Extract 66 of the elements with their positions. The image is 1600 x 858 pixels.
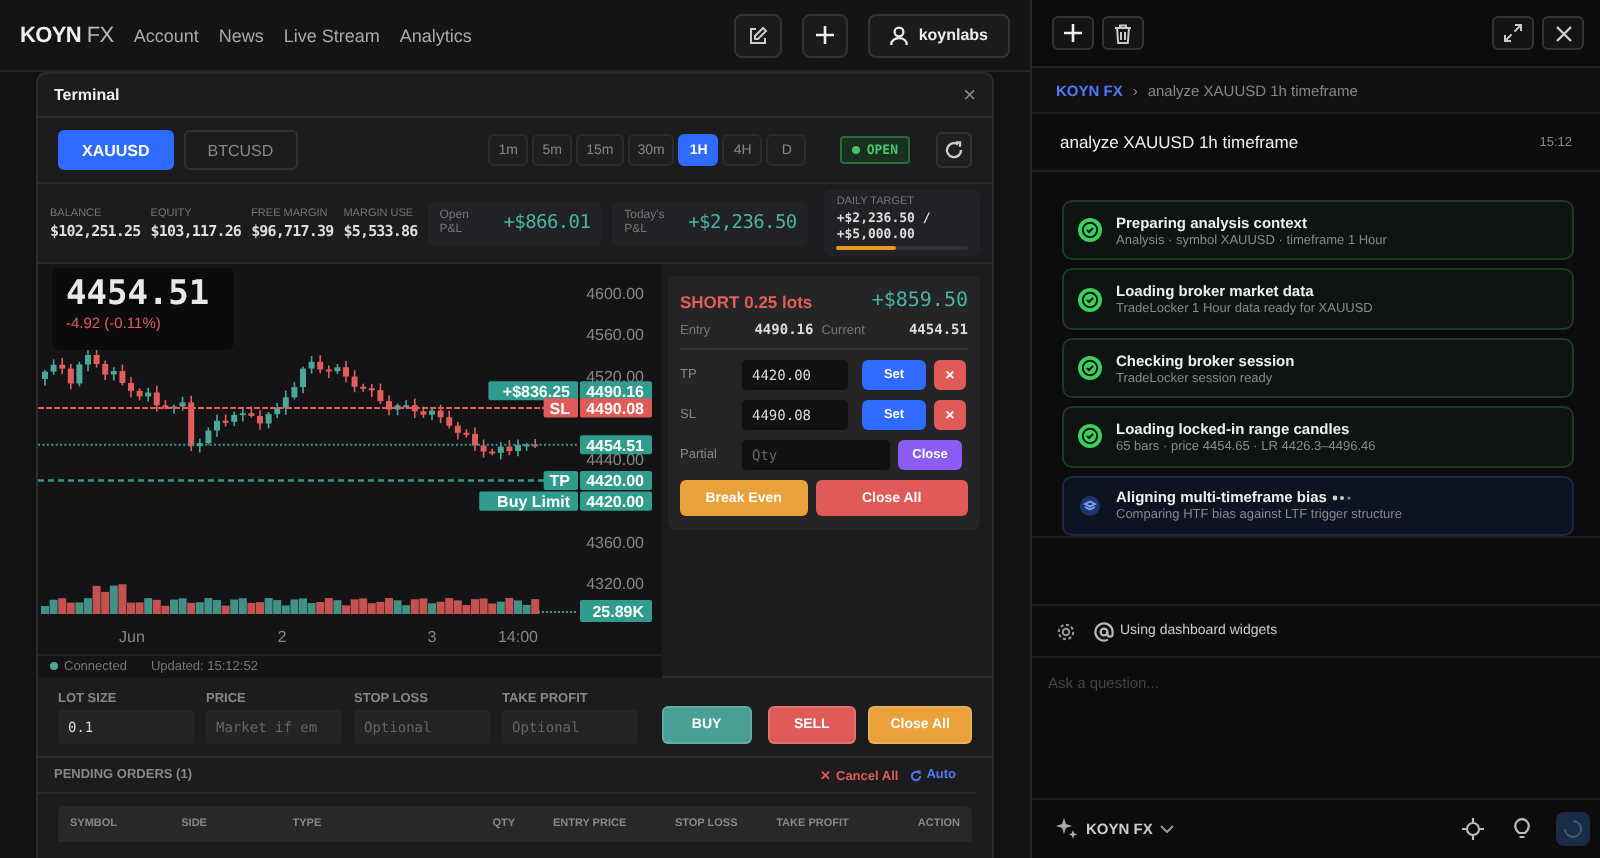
nav-link[interactable]: Analytics — [399, 25, 472, 45]
nav-link[interactable]: News — [218, 25, 264, 45]
price-tag-label: +$836.25 — [488, 381, 578, 401]
user-button[interactable]: koynlabs — [868, 13, 1010, 57]
close-button[interactable]: × — [963, 83, 976, 107]
axis-label: 4440.00 — [586, 450, 644, 469]
typing-dots-icon — [1332, 493, 1353, 502]
pnl-value: +$2,236.50 — [688, 212, 797, 234]
message-text: analyze XAUUSD 1h timeframe — [1060, 132, 1299, 152]
close-button[interactable] — [1542, 16, 1584, 50]
expand-icon — [1504, 24, 1522, 42]
lightbulb-icon — [1514, 818, 1530, 840]
check-circle-icon — [1078, 424, 1102, 449]
app-logo: KOYN FX — [20, 23, 114, 47]
nav-link[interactable]: Live Stream — [283, 25, 380, 45]
clear-button[interactable]: × — [934, 360, 966, 390]
settings-button[interactable] — [1056, 621, 1076, 641]
sparkle-icon — [1056, 818, 1078, 840]
symbol-tab[interactable]: XAUUSD — [58, 130, 174, 170]
clear-button[interactable]: × — [934, 400, 966, 430]
axis-label: 4560.00 — [586, 326, 644, 345]
chevron-down-icon — [1160, 824, 1175, 834]
nav-link[interactable]: Account — [133, 25, 199, 45]
price-tag: 4454.51 — [580, 435, 652, 455]
axis-label: 2 — [277, 628, 287, 646]
axis-label: 4320.00 — [586, 575, 644, 594]
axis-label: Jun — [119, 628, 145, 646]
price-tag: 4490.08 — [580, 398, 652, 418]
spinner-icon — [1564, 820, 1582, 838]
plus-icon — [1064, 24, 1082, 42]
window-title: Terminal — [54, 86, 120, 104]
pnl-value: +$866.01 — [503, 212, 591, 234]
close-icon — [1555, 25, 1571, 41]
settings-icon — [1056, 621, 1076, 641]
position-side: SHORT 0.25 lots — [680, 291, 813, 311]
expand-button[interactable] — [1492, 16, 1534, 50]
refresh-button[interactable] — [936, 132, 972, 168]
volume-tag: 25.89K — [580, 600, 652, 622]
axis-label: 3 — [427, 628, 437, 646]
trash-icon — [1114, 23, 1132, 43]
delete-button[interactable] — [1102, 16, 1144, 50]
crosshair-icon — [1462, 818, 1484, 840]
current-price: 4454.51 — [66, 274, 212, 314]
price-tag-label: SL — [543, 398, 578, 418]
axis-label: 4360.00 — [586, 533, 644, 552]
new-chat-button[interactable] — [1052, 16, 1094, 50]
position-pnl: +$859.50 — [871, 290, 968, 312]
user-icon — [890, 25, 909, 45]
axis-label: 14:00 — [497, 628, 539, 646]
add-button[interactable] — [802, 13, 849, 57]
check-circle-icon — [1078, 218, 1102, 243]
refresh-icon — [944, 140, 964, 160]
refresh-icon — [910, 769, 923, 781]
symbol-tab[interactable]: BTCUSD — [183, 130, 298, 170]
layers-icon — [1078, 493, 1102, 518]
axis-label: 4600.00 — [586, 285, 644, 303]
price-tag: 4420.00 — [580, 491, 652, 512]
check-circle-icon — [1078, 287, 1102, 312]
check-circle-icon — [1078, 356, 1102, 381]
edit-icon — [748, 25, 769, 45]
volume-line — [537, 611, 579, 613]
send-button[interactable] — [1556, 812, 1590, 846]
price-tag: 4420.00 — [580, 470, 652, 491]
plus-icon — [816, 26, 835, 44]
at-sign-icon — [1094, 621, 1114, 641]
edit-button[interactable] — [734, 13, 783, 57]
